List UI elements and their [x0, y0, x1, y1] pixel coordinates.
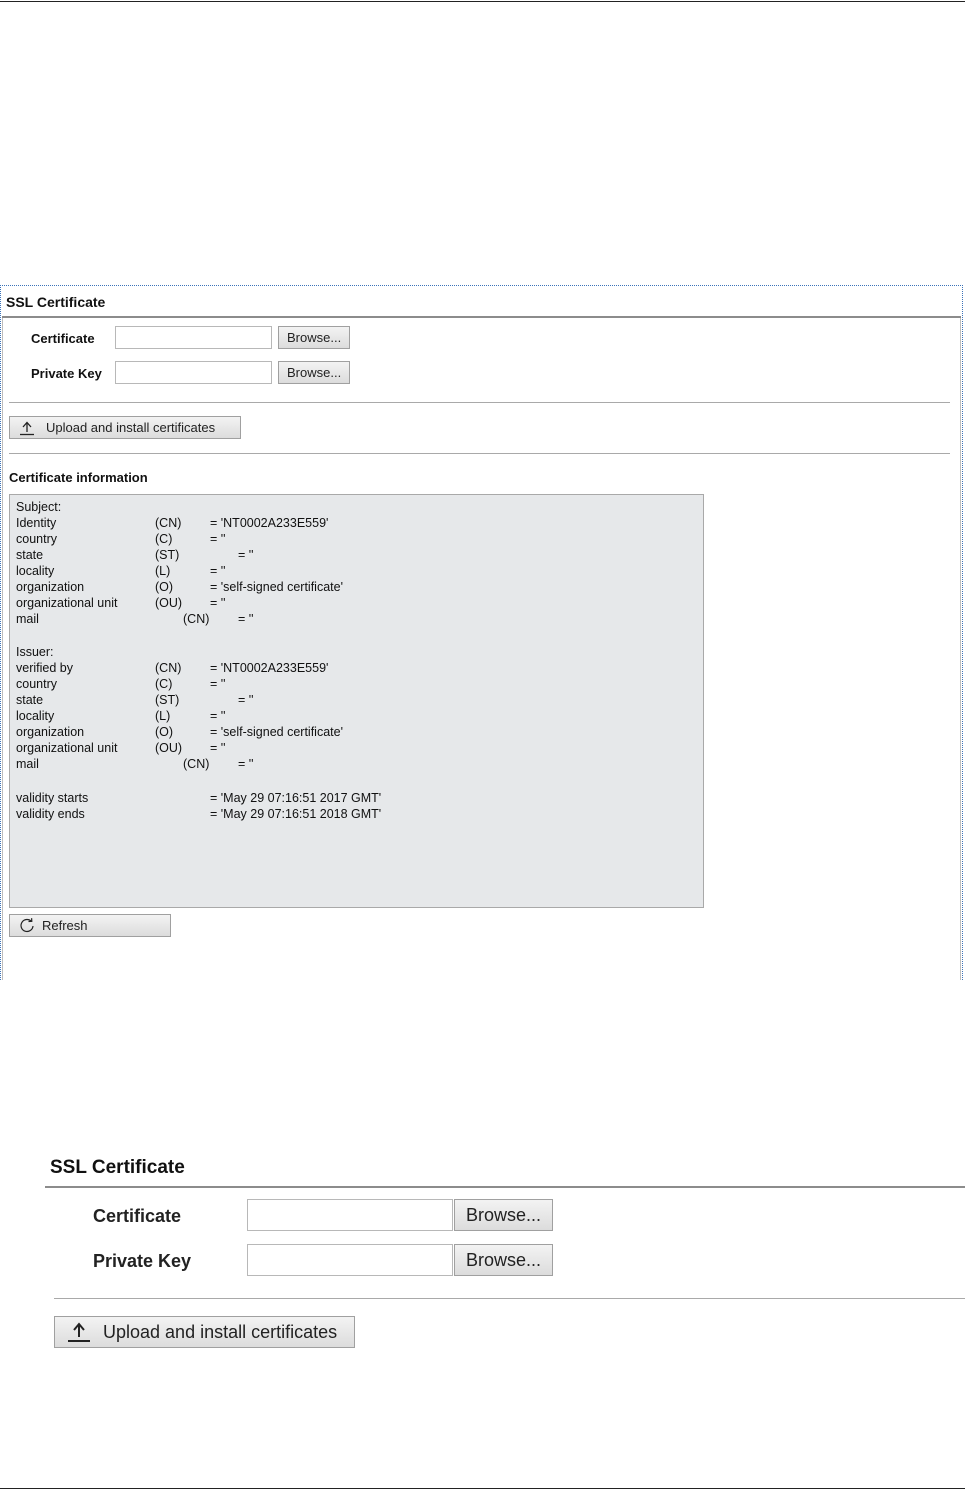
section-divider	[9, 402, 950, 403]
cert-row: Identity (CN) = 'NT0002A233E559'	[16, 515, 696, 531]
cert-row: organizational unit (OU) = ''	[16, 595, 696, 611]
cert-field-code: (CN)	[155, 661, 182, 675]
upload-install-label-large: Upload and install certificates	[103, 1321, 338, 1342]
cert-field-label: organizational unit	[16, 741, 118, 755]
cert-field-value: = 'May 29 07:16:51 2018 GMT'	[210, 807, 382, 821]
cert-field-code: (OU)	[155, 741, 183, 755]
cert-field-value: = ''	[238, 548, 254, 562]
cert-field-value: = ''	[210, 677, 226, 691]
cert-field-code: (O)	[155, 725, 174, 739]
cert-field-label: Identity	[16, 516, 57, 530]
cert-field-value: = ''	[210, 596, 226, 610]
cert-field-label: state	[16, 548, 44, 562]
cert-field-value: = ''	[210, 532, 226, 546]
private-key-file-input[interactable]	[115, 361, 272, 384]
cert-row: organizational unit (OU) = ''	[16, 740, 696, 756]
panel-title: SSL Certificate	[6, 294, 106, 310]
cert-field-label: state	[16, 693, 44, 707]
cert-field-code: (ST)	[155, 548, 180, 562]
cert-field-value: = ''	[210, 741, 226, 755]
cert-field-code: (OU)	[155, 596, 183, 610]
private-key-label: Private Key	[31, 366, 102, 381]
cert-field-value: = 'NT0002A233E559'	[210, 516, 329, 530]
cert-field-value: = ''	[210, 564, 226, 578]
cert-field-code: (CN)	[155, 516, 182, 530]
cert-field-code: (CN)	[183, 612, 210, 626]
certificate-label: Certificate	[31, 331, 95, 346]
ssl-certificate-panel-small: SSL Certificate Certificate Browse... Pr…	[0, 285, 963, 980]
cert-field-code: (C)	[155, 677, 173, 691]
section-divider	[9, 453, 950, 454]
page-top-rule	[0, 1, 965, 2]
cert-field-label: validity starts	[16, 791, 89, 805]
refresh-button[interactable]: Refresh	[9, 914, 171, 937]
upload-arrow-icon	[20, 421, 34, 435]
certificate-file-input-large[interactable]	[247, 1199, 453, 1231]
cert-row: organization (O) = 'self-signed certific…	[16, 579, 696, 595]
cert-row: verified by (CN) = 'NT0002A233E559'	[16, 660, 696, 676]
certificate-info-box: Subject: Identity (CN) = 'NT0002A233E559…	[9, 494, 704, 908]
cert-field-value: = ''	[238, 693, 254, 707]
validity-row: validity ends = 'May 29 07:16:51 2018 GM…	[16, 806, 696, 822]
cert-field-code: (L)	[155, 709, 171, 723]
private-key-browse-button[interactable]: Browse...	[278, 361, 351, 384]
panel-title-large: SSL Certificate	[50, 1157, 185, 1178]
cert-field-label: mail	[16, 612, 39, 626]
cert-field-label: country	[16, 532, 57, 546]
cert-field-label: locality	[16, 709, 55, 723]
certificate-browse-button[interactable]: Browse...	[278, 326, 351, 349]
refresh-arrow-icon	[20, 917, 34, 932]
upload-install-label: Upload and install certificates	[46, 420, 216, 435]
refresh-label: Refresh	[42, 918, 88, 933]
cert-row: state (ST) = ''	[16, 692, 696, 708]
upload-install-button[interactable]: Upload and install certificates	[9, 416, 241, 439]
cert-row: locality (L) = ''	[16, 563, 696, 579]
cert-row: country (C) = ''	[16, 531, 696, 547]
cert-field-label: organizational unit	[16, 596, 118, 610]
validity-row: validity starts = 'May 29 07:16:51 2017 …	[16, 790, 696, 806]
private-key-label-large: Private Key	[93, 1251, 192, 1271]
cert-field-value: = 'May 29 07:16:51 2017 GMT'	[210, 791, 382, 805]
private-key-browse-button-large[interactable]: Browse...	[454, 1244, 554, 1276]
private-key-file-input-large[interactable]	[247, 1244, 453, 1276]
cert-field-label: organization	[16, 580, 85, 594]
cert-field-code: (O)	[155, 580, 174, 594]
cert-field-value: = 'NT0002A233E559'	[210, 661, 329, 675]
cert-field-value: = ''	[238, 612, 254, 626]
certificate-label-large: Certificate	[93, 1206, 182, 1226]
issuer-heading: Issuer:	[16, 645, 54, 659]
cert-field-value: = 'self-signed certificate'	[210, 725, 343, 739]
certificate-file-input[interactable]	[115, 326, 272, 349]
upload-install-button-large[interactable]: Upload and install certificates	[54, 1316, 355, 1348]
cert-field-code: (L)	[155, 564, 171, 578]
cert-field-code: (C)	[155, 532, 173, 546]
certificate-info-heading: Certificate information	[9, 470, 148, 485]
upload-arrow-icon	[68, 1322, 90, 1342]
cert-row: locality (L) = ''	[16, 708, 696, 724]
cert-field-label: verified by	[16, 661, 73, 675]
cert-field-value: = ''	[238, 757, 254, 771]
cert-field-code: (CN)	[183, 757, 210, 771]
cert-field-label: mail	[16, 757, 39, 771]
cert-field-label: locality	[16, 564, 55, 578]
cert-field-label: validity ends	[16, 807, 85, 821]
cert-field-value: = ''	[210, 709, 226, 723]
cert-field-label: country	[16, 677, 57, 691]
cert-row: country (C) = ''	[16, 676, 696, 692]
cert-row: state (ST) = ''	[16, 547, 696, 563]
cert-field-code: (ST)	[155, 693, 180, 707]
cert-field-value: = 'self-signed certificate'	[210, 580, 343, 594]
cert-row: organization (O) = 'self-signed certific…	[16, 724, 696, 740]
cert-row: mail (CN) = ''	[16, 756, 696, 772]
subject-heading: Subject:	[16, 500, 62, 514]
cert-field-label: organization	[16, 725, 85, 739]
cert-row: mail (CN) = ''	[16, 611, 696, 627]
section-divider-large	[54, 1298, 965, 1299]
page-bottom-rule	[0, 1488, 965, 1489]
title-divider-large	[45, 1186, 965, 1188]
certificate-browse-button-large[interactable]: Browse...	[454, 1199, 554, 1231]
